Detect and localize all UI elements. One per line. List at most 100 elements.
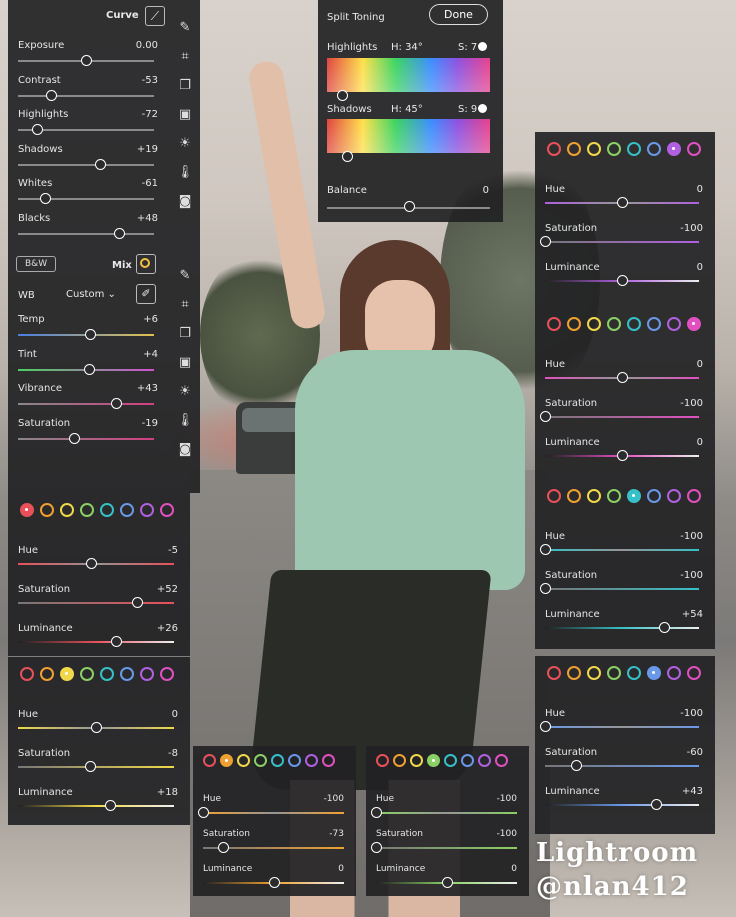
balance-slider-handle[interactable]	[403, 201, 415, 212]
hsl-slider-handle[interactable]	[371, 842, 382, 853]
color-channel-dot[interactable]	[587, 142, 601, 156]
hsl-slider-handle[interactable]	[658, 622, 670, 633]
brush-icon[interactable]: ✎	[180, 20, 191, 35]
color-channel-dot[interactable]	[160, 667, 174, 681]
slider-handle[interactable]	[32, 124, 44, 135]
hsl-slider-handle[interactable]	[198, 807, 209, 818]
color-channel-dot[interactable]	[567, 489, 581, 503]
hsl-slider-handle[interactable]	[617, 450, 628, 461]
color-channel-dot[interactable]	[647, 666, 661, 680]
color-channel-dot[interactable]	[547, 666, 561, 680]
hsl-slider-handle[interactable]	[540, 583, 551, 594]
color-channel-dot[interactable]	[271, 754, 284, 767]
color-channel-dot[interactable]	[140, 503, 154, 517]
hsl-slider-handle[interactable]	[540, 411, 551, 422]
color-channel-dot[interactable]	[627, 666, 641, 680]
hsl-slider-handle[interactable]	[617, 275, 628, 286]
hsl-slider-track[interactable]	[376, 812, 517, 814]
hsl-slider-track[interactable]	[376, 847, 517, 849]
slider-track[interactable]	[18, 437, 154, 440]
color-channel-dot[interactable]	[587, 489, 601, 503]
brush-icon[interactable]: ✎	[180, 268, 191, 283]
color-channel-dot[interactable]	[40, 503, 54, 517]
slider-handle[interactable]	[113, 227, 125, 239]
color-channel-dot[interactable]	[687, 142, 701, 156]
hsl-slider-handle[interactable]	[617, 372, 628, 383]
layers-icon[interactable]: ❐	[179, 78, 191, 93]
vignette-icon[interactable]: ◙	[179, 442, 192, 457]
eyedropper-icon[interactable]: ✐	[136, 284, 156, 304]
crop-icon[interactable]: ⌗	[181, 49, 188, 64]
hsl-slider-handle[interactable]	[540, 721, 551, 732]
shadows-color-picker[interactable]	[342, 151, 353, 162]
color-channel-dot[interactable]	[667, 489, 681, 503]
sun-icon[interactable]: ☀	[179, 136, 191, 151]
color-channel-dot[interactable]	[647, 489, 661, 503]
color-channel-dot[interactable]	[254, 754, 267, 767]
hsl-slider-handle[interactable]	[91, 722, 102, 733]
done-button[interactable]: Done	[429, 4, 488, 25]
slider-track[interactable]	[18, 403, 154, 405]
hsl-slider-track[interactable]	[545, 765, 699, 767]
vignette-icon[interactable]: ◙	[179, 194, 192, 209]
color-channel-dot[interactable]	[607, 666, 621, 680]
color-channel-dot[interactable]	[547, 142, 561, 156]
image-icon[interactable]: ▣	[179, 107, 191, 122]
color-channel-dot[interactable]	[567, 666, 581, 680]
slider-handle[interactable]	[85, 329, 97, 340]
color-channel-dot[interactable]	[100, 667, 114, 681]
hsl-slider-track[interactable]	[545, 549, 699, 551]
color-channel-dot[interactable]	[547, 489, 561, 503]
color-channel-dot[interactable]	[160, 503, 174, 517]
slider-handle[interactable]	[40, 193, 52, 204]
hsl-slider-handle[interactable]	[570, 760, 582, 771]
color-channel-dot[interactable]	[60, 503, 74, 517]
hsl-slider-track[interactable]	[545, 416, 699, 418]
color-channel-dot[interactable]	[478, 754, 491, 767]
color-channel-dot[interactable]	[120, 667, 134, 681]
color-channel-dot[interactable]	[607, 489, 621, 503]
layers-icon[interactable]: ❐	[179, 326, 191, 341]
color-channel-dot[interactable]	[20, 667, 34, 681]
bw-button[interactable]: B&W	[16, 256, 57, 272]
color-channel-dot[interactable]	[627, 142, 641, 156]
color-channel-dot[interactable]	[40, 667, 54, 681]
color-channel-dot[interactable]	[322, 754, 335, 767]
slider-handle[interactable]	[83, 363, 95, 375]
color-channel-dot[interactable]	[461, 754, 474, 767]
hsl-slider-handle[interactable]	[131, 597, 143, 608]
hsl-slider-handle[interactable]	[105, 800, 117, 811]
color-mix-icon[interactable]	[136, 254, 156, 274]
color-channel-dot[interactable]	[627, 317, 641, 331]
hsl-slider-track[interactable]	[545, 588, 699, 590]
crop-icon[interactable]: ⌗	[181, 297, 188, 312]
hsl-slider-handle[interactable]	[111, 636, 123, 647]
hsl-slider-handle[interactable]	[217, 842, 229, 853]
color-channel-dot[interactable]	[100, 503, 114, 517]
color-channel-dot[interactable]	[687, 317, 701, 331]
hsl-slider-track[interactable]	[545, 627, 699, 629]
color-channel-dot[interactable]	[587, 317, 601, 331]
hsl-slider-handle[interactable]	[441, 877, 453, 888]
color-channel-dot[interactable]	[140, 667, 154, 681]
color-channel-dot[interactable]	[667, 317, 681, 331]
hsl-slider-track[interactable]	[545, 726, 699, 728]
color-channel-dot[interactable]	[427, 754, 440, 767]
hsl-slider-handle[interactable]	[650, 799, 662, 810]
hsl-slider-handle[interactable]	[617, 197, 628, 208]
hsl-slider-handle[interactable]	[371, 807, 382, 818]
color-channel-dot[interactable]	[667, 142, 681, 156]
color-channel-dot[interactable]	[495, 754, 508, 767]
hsl-slider-track[interactable]	[18, 602, 174, 604]
color-channel-dot[interactable]	[667, 666, 681, 680]
color-channel-dot[interactable]	[627, 489, 641, 503]
color-channel-dot[interactable]	[687, 489, 701, 503]
hsl-slider-track[interactable]	[18, 766, 174, 768]
image-icon[interactable]: ▣	[179, 355, 191, 370]
hsl-slider-handle[interactable]	[540, 236, 551, 247]
color-channel-dot[interactable]	[410, 754, 423, 767]
color-channel-dot[interactable]	[547, 317, 561, 331]
sun-icon[interactable]: ☀	[179, 384, 191, 399]
thermometer-icon[interactable]: 🌡	[177, 165, 194, 180]
color-channel-dot[interactable]	[607, 142, 621, 156]
